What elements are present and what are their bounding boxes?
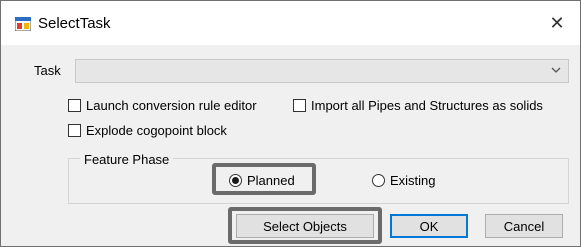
feature-phase-label: Feature Phase: [80, 152, 174, 167]
select-objects-label: Select Objects: [263, 218, 347, 234]
planned-label: Planned: [247, 173, 295, 188]
app-window-icon: [15, 17, 31, 31]
checkbox-box: [293, 99, 306, 112]
launch-editor-label: Launch conversion rule editor: [86, 98, 257, 113]
radio-unselected-icon: [372, 174, 385, 187]
select-objects-button[interactable]: Select Objects: [236, 214, 374, 238]
checkbox-box: [68, 99, 81, 112]
window-title: SelectTask: [38, 15, 111, 32]
launch-editor-checkbox[interactable]: Launch conversion rule editor: [68, 98, 257, 113]
chevron-down-icon: [551, 67, 561, 73]
select-task-dialog: SelectTask ✕ Task Launch conversion rule…: [0, 0, 581, 247]
ok-label: OK: [419, 218, 439, 234]
title-bar: SelectTask ✕: [1, 1, 580, 45]
explode-block-label: Explode cogopoint block: [86, 123, 227, 138]
import-solids-label: Import all Pipes and Structures as solid…: [311, 98, 543, 113]
checkbox-box: [68, 124, 81, 137]
task-label: Task: [34, 63, 61, 78]
cancel-button[interactable]: Cancel: [485, 214, 563, 238]
explode-block-checkbox[interactable]: Explode cogopoint block: [68, 123, 227, 138]
radio-selected-icon: [229, 174, 242, 187]
cancel-label: Cancel: [503, 218, 545, 234]
existing-radio[interactable]: Existing: [372, 173, 436, 188]
task-dropdown[interactable]: [75, 59, 569, 83]
close-icon[interactable]: ✕: [544, 10, 570, 36]
planned-radio[interactable]: Planned: [229, 173, 295, 188]
import-solids-checkbox[interactable]: Import all Pipes and Structures as solid…: [293, 98, 543, 113]
existing-label: Existing: [390, 173, 436, 188]
ok-button[interactable]: OK: [390, 214, 468, 238]
